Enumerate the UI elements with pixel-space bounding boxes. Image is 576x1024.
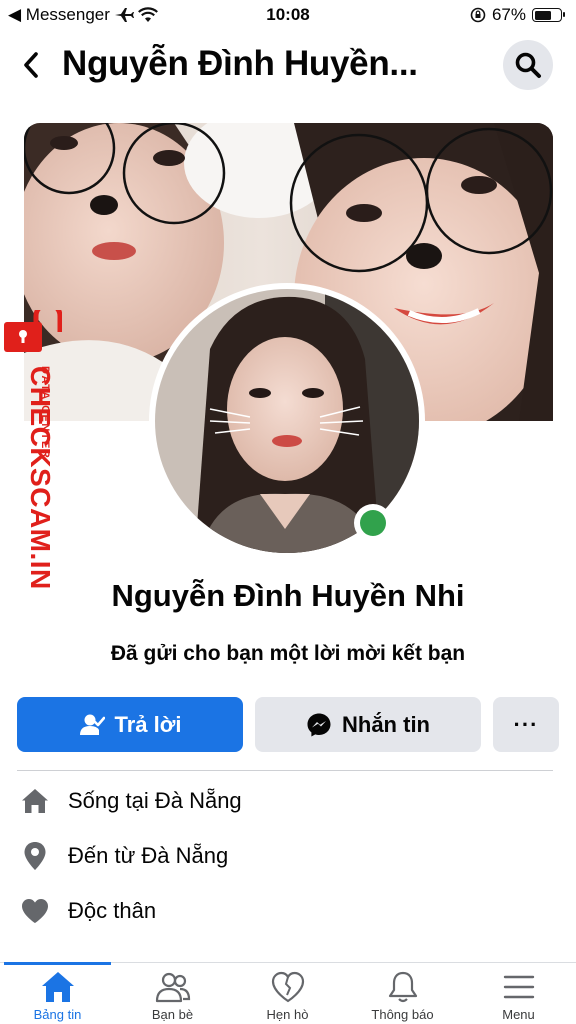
- battery-fill: [534, 10, 552, 20]
- bell-icon: [388, 971, 417, 1003]
- svg-text:DATA CENTER: DATA CENTER: [39, 366, 51, 459]
- info-row-relationship: Độc thân: [20, 891, 156, 931]
- home-icon: [20, 786, 50, 816]
- battery-percent: 67%: [491, 5, 526, 24]
- page-title: Nguyễn Đình Huyền...: [62, 44, 418, 83]
- messenger-icon: [307, 713, 331, 736]
- divider: [17, 770, 553, 771]
- tab-friends-label: Bạn bè: [151, 1007, 194, 1022]
- message-button-label: Nhắn tin: [342, 711, 430, 737]
- location-pin-icon: [20, 841, 50, 871]
- friend-request-text: Đã gửi cho bạn một lời mời kết bạn: [110, 642, 466, 665]
- battery-icon: [532, 8, 565, 22]
- online-status-indicator: [354, 504, 392, 542]
- more-options-icon: ···: [513, 711, 539, 737]
- profile-name: Nguyễn Đình Huyền Nhi: [111, 578, 465, 613]
- tab-notifications[interactable]: Thông báo: [345, 969, 460, 1023]
- tab-friends[interactable]: Bạn bè: [115, 969, 230, 1023]
- tab-news-feed[interactable]: Bảng tin: [0, 969, 115, 1023]
- info-text-lives-in: Sống tại Đà Nẵng: [68, 788, 242, 813]
- message-button[interactable]: Nhắn tin: [255, 697, 481, 752]
- person-check-icon: [79, 714, 105, 735]
- tab-menu[interactable]: Menu: [461, 969, 576, 1023]
- search-icon: [515, 52, 541, 78]
- reply-button[interactable]: Trả lời: [17, 697, 243, 752]
- chevron-left-icon: [24, 52, 38, 78]
- bottom-tab-bar: Bảng tin Bạn bè Hẹn hò Thông báo Menu: [0, 962, 576, 1024]
- tab-dating[interactable]: Hẹn hò: [230, 969, 345, 1023]
- active-tab-indicator: [4, 962, 111, 965]
- tab-news-feed-label: Bảng tin: [33, 1007, 82, 1022]
- orientation-lock-icon: [470, 7, 486, 23]
- tab-menu-label: Menu: [502, 1007, 535, 1022]
- hamburger-menu-icon: [503, 975, 534, 999]
- status-bar: ◀ Messenger 10:08 67%: [0, 0, 576, 30]
- info-text-from: Đến từ Đà Nẵng: [68, 843, 229, 868]
- tab-notifications-label: Thông báo: [371, 1007, 434, 1022]
- home-icon: [41, 972, 74, 1002]
- back-button[interactable]: [16, 48, 46, 82]
- tab-dating-label: Hẹn hò: [266, 1007, 309, 1022]
- profile-header: Nguyễn Đình Huyền...: [0, 34, 576, 96]
- watermark-logo: CHECKSCAM.INFO DATA CENTER: [2, 301, 63, 630]
- info-row-from: Đến từ Đà Nẵng: [20, 836, 228, 876]
- info-row-lives-in: Sống tại Đà Nẵng: [20, 781, 242, 821]
- search-button[interactable]: [503, 40, 553, 90]
- status-right: 67%: [470, 5, 565, 25]
- heart-icon: [20, 896, 50, 926]
- info-text-relationship: Độc thân: [68, 898, 157, 923]
- friends-icon: [155, 972, 190, 1003]
- reply-button-label: Trả lời: [114, 711, 182, 737]
- dating-heart-icon: [271, 971, 304, 1003]
- more-options-button[interactable]: ···: [493, 697, 559, 752]
